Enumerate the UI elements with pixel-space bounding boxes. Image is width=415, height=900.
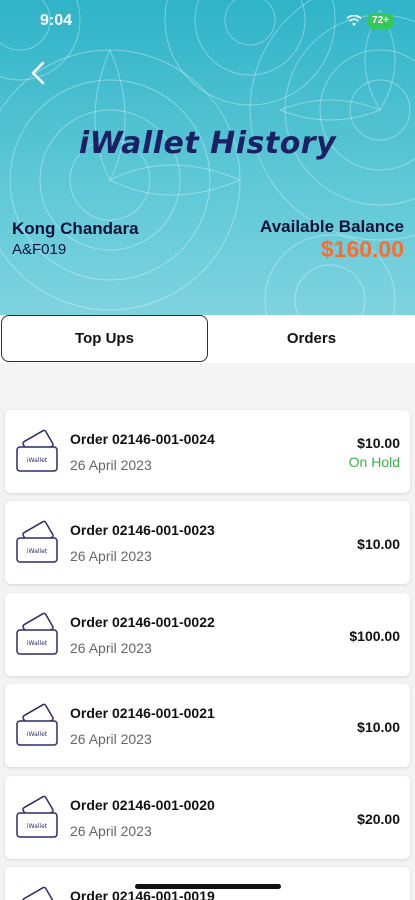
order-status: On Hold	[348, 454, 400, 470]
order-date: 26 April 2023	[70, 548, 152, 564]
chevron-left-icon	[31, 61, 45, 85]
iwallet-card-icon	[22, 886, 54, 900]
order-card[interactable]: iWallet Order 02146-001-0023 26 April 20…	[5, 501, 410, 584]
tab-orders[interactable]: Orders	[208, 315, 415, 362]
page-title: iWallet History	[78, 126, 337, 161]
iwallet-card-icon: iWallet	[16, 612, 58, 655]
icon-label: iWallet	[27, 823, 48, 830]
status-time: 9:04	[40, 12, 73, 29]
icon-label: iWallet	[27, 731, 48, 738]
order-number: Order 02146-001-0023	[70, 522, 215, 538]
status-icons: 72+	[346, 13, 393, 29]
status-bar: 9:04 72+	[0, 10, 415, 36]
icon-label: iWallet	[27, 548, 48, 555]
tab-bar: Top Ups Orders	[0, 315, 415, 363]
back-button[interactable]	[24, 58, 54, 88]
order-card[interactable]: iWallet Order 02146-001-0024 26 April 20…	[5, 410, 410, 493]
order-number: Order 02146-001-0020	[70, 797, 215, 813]
order-amount: $100.00	[349, 628, 400, 644]
order-amount: $10.00	[357, 435, 400, 451]
battery-indicator: 72+	[368, 13, 393, 29]
icon-label: iWallet	[27, 457, 48, 464]
order-amount: $10.00	[357, 719, 400, 735]
balance-value: $160.00	[320, 236, 404, 262]
order-number: Order 02146-001-0022	[70, 614, 215, 630]
order-date: 26 April 2023	[70, 731, 152, 747]
user-name: Kong Chandara	[12, 219, 139, 238]
wifi-icon	[346, 15, 362, 26]
order-date: 26 April 2023	[70, 457, 152, 473]
order-card[interactable]: iWallet Order 02146-001-0020 26 April 20…	[5, 776, 410, 859]
order-number: Order 02146-001-0024	[70, 431, 215, 447]
iwallet-card-icon: iWallet	[16, 703, 58, 746]
order-number: Order 02146-001-0019	[70, 888, 215, 900]
order-card[interactable]: iWallet Order 02146-001-0021 26 April 20…	[5, 684, 410, 767]
iwallet-card-icon: iWallet	[16, 429, 58, 472]
iwallet-card-icon: iWallet	[16, 795, 58, 838]
order-amount: $10.00	[357, 536, 400, 552]
tab-top-ups[interactable]: Top Ups	[1, 315, 208, 362]
order-amount: $20.00	[357, 811, 400, 827]
icon-label: iWallet	[27, 640, 48, 647]
home-indicator	[135, 884, 281, 889]
iwallet-card-icon: iWallet	[16, 520, 58, 563]
order-date: 26 April 2023	[70, 640, 152, 656]
user-code: A&F019	[12, 241, 67, 258]
order-number: Order 02146-001-0021	[70, 705, 215, 721]
balance-label: Available Balance	[260, 217, 404, 236]
order-card[interactable]: iWallet Order 02146-001-0022 26 April 20…	[5, 593, 410, 676]
order-date: 26 April 2023	[70, 823, 152, 839]
